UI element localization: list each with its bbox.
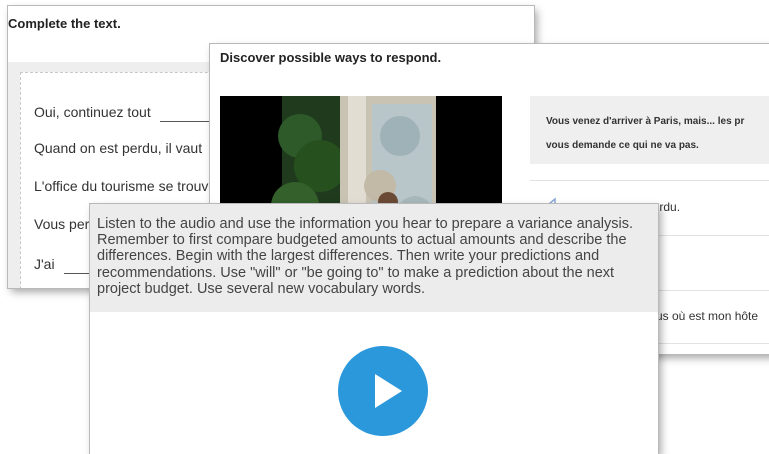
instruction-line-4: recommendations. Use "will" or "be going… [97,264,615,281]
sentence-5: J'ai [34,256,55,272]
instruction-line-3: differences. Begin with the largest diff… [97,248,600,265]
instruction-line-2: Remember to first compare budgeted amoun… [97,232,627,249]
discover-title: Discover possible ways to respond. [220,50,442,65]
audio-task-card: Listen to the audio and use the informat… [90,204,658,454]
sentence-2: Quand on est perdu, il vaut [34,140,203,156]
complete-text-title: Complete the text. [8,16,121,31]
task-instructions: Listen to the audio and use the informat… [90,204,658,312]
prompt-line-1: Vous venez d'arriver à Paris, mais... le… [546,116,745,127]
play-button[interactable] [338,346,428,436]
prompt-line-2: vous demande ce qui ne va pas. [546,140,699,151]
sentence-3: L'office du tourisme se trouve [34,178,217,194]
instruction-line-1: Listen to the audio and use the informat… [97,216,634,232]
sentence-1: Oui, continuez tout [34,104,151,120]
response-text-2: us où est mon hôte [656,309,759,323]
instruction-line-5: project budget. Use several new vocabula… [97,280,426,297]
sentence-4: Vous per [34,216,90,232]
situation-prompt: Vous venez d'arriver à Paris, mais... le… [530,96,769,164]
